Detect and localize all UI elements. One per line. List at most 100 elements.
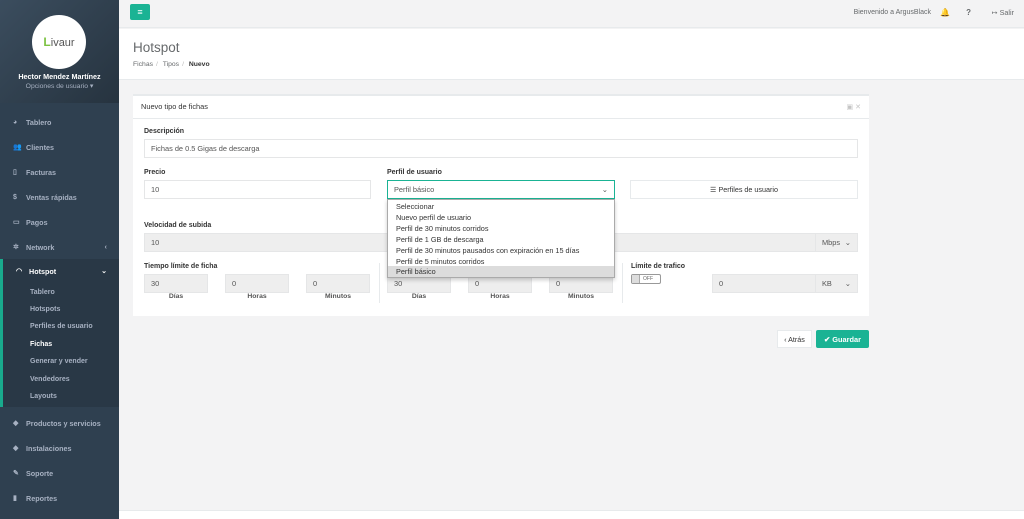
dias-label: Días	[168, 293, 184, 300]
toggle-label: OFF	[643, 276, 653, 282]
nav-tablero[interactable]: ◕ Tablero	[0, 110, 119, 134]
breadcrumb-tipos[interactable]: Tipos	[163, 61, 179, 68]
nav-label: Productos y servicios	[26, 418, 101, 428]
nav-label: Reportes	[26, 493, 58, 503]
user-options-dropdown[interactable]: Opciones de usuario ▾	[0, 82, 119, 90]
sub-item-tablero[interactable]: Tablero	[30, 289, 55, 296]
limite-input[interactable]: 0	[712, 274, 816, 293]
limite-unit-value: KB	[822, 279, 832, 288]
tiempo-label: Tiempo límite de ficha	[144, 263, 218, 270]
dropdown-option[interactable]: Nuevo perfil de usuario	[388, 212, 614, 223]
breadcrumb-fichas[interactable]: Fichas	[133, 61, 153, 68]
dropdown-option-selected[interactable]: Perfil básico	[388, 266, 614, 277]
limite-toggle[interactable]: OFF	[631, 274, 661, 284]
help-icon[interactable]: ?	[966, 8, 971, 17]
gavel-icon: ◆	[13, 445, 19, 452]
nav-clientes[interactable]: 👥 Clientes	[0, 135, 119, 159]
page-title: Hotspot	[133, 40, 180, 55]
divider	[379, 263, 380, 303]
network-icon: ✲	[13, 244, 19, 251]
sub-item-hotspots[interactable]: Hotspots	[30, 306, 60, 313]
divider	[622, 263, 623, 303]
tiempo-minutos-input[interactable]: 0	[306, 274, 370, 293]
nav-hotspot[interactable]: ◠ Hotspot ⌄	[0, 259, 119, 283]
chevron-down-icon: ⌄	[844, 238, 851, 247]
wrench-icon: ✎	[13, 470, 19, 477]
subida-label: Velocidad de subida	[144, 222, 212, 229]
minutos-label: Minutos	[324, 293, 352, 300]
subida-unit-value: Mbps	[822, 238, 841, 247]
money-icon: ▭	[13, 219, 20, 226]
horas-label: Horas	[247, 293, 267, 300]
nav-instalaciones[interactable]: ◆ Instalaciones	[0, 436, 119, 460]
tiempo-dias-input[interactable]: 30	[144, 274, 208, 293]
logo-text: Livaur	[43, 35, 75, 49]
sign-out-icon: ↦	[991, 8, 998, 17]
nav-label: Instalaciones	[26, 443, 72, 453]
limite-label: Límite de trafico	[631, 263, 686, 270]
bell-icon[interactable]: 🔔	[940, 8, 950, 17]
perfiles-usuario-label: Perfiles de usuario	[718, 185, 778, 194]
nav-reportes[interactable]: ▮ Reportes	[0, 486, 119, 510]
save-button[interactable]: ✔ Guardar	[816, 330, 869, 348]
tiempo-horas-input[interactable]: 0	[225, 274, 289, 293]
nav-productos[interactable]: ◆ Productos y servicios	[0, 411, 119, 435]
nav-network[interactable]: ✲ Network ‹	[0, 235, 119, 259]
menu-toggle-button[interactable]: ≡	[130, 4, 150, 20]
users-icon: 👥	[13, 144, 22, 151]
dropdown-option[interactable]: Perfil de 30 minutos pausados con expira…	[388, 245, 614, 256]
sidebar: Livaur Hector Mendez Martínez Opciones d…	[0, 0, 119, 519]
nav-pagos[interactable]: ▭ Pagos	[0, 210, 119, 234]
nav-label: Facturas	[26, 167, 56, 177]
nav-label: Ventas rápidas	[26, 192, 77, 202]
sub-item-generar[interactable]: Generar y vender	[30, 358, 88, 365]
save-icon[interactable]: ▣	[847, 104, 854, 111]
hamburger-icon: ≡	[137, 7, 143, 17]
nav-ventas-rapidas[interactable]: $ Ventas rápidas	[0, 185, 119, 209]
sub-item-layouts[interactable]: Layouts	[30, 393, 57, 400]
perfil-select-value: Perfil básico	[394, 185, 435, 194]
book-icon: ▮	[13, 495, 17, 502]
perfil-label: Perfil de usuario	[387, 169, 442, 176]
perfiles-usuario-button[interactable]: ☰ Perfiles de usuario	[630, 180, 858, 199]
logout-link[interactable]: ↦ Salir	[992, 8, 1014, 17]
wifi-icon: ◠	[16, 268, 23, 275]
panel-title: Nuevo tipo de fichas	[141, 102, 208, 111]
sub-item-fichas[interactable]: Fichas	[30, 341, 52, 348]
sub-item-perfiles[interactable]: Perfiles de usuario	[30, 323, 93, 330]
dropdown-option[interactable]: Perfil de 1 GB de descarga	[388, 234, 614, 245]
descripcion-input[interactable]: Fichas de 0.5 Gigas de descarga	[144, 139, 858, 158]
nav-label: Tablero	[26, 117, 52, 127]
sub-item-vendedores[interactable]: Vendedores	[30, 376, 70, 383]
dropdown-option[interactable]: Seleccionar	[388, 201, 614, 212]
perfil-select[interactable]: Perfil básico ⌄	[387, 180, 615, 199]
back-button[interactable]: ‹ Atrás	[777, 330, 812, 348]
list-icon: ☰	[710, 185, 717, 194]
dashboard-icon: ◕	[13, 118, 18, 126]
logout-label: Salir	[999, 8, 1014, 17]
nav-facturas[interactable]: ▯ Facturas	[0, 160, 119, 184]
panel-tools: ▣ ✕	[847, 103, 861, 111]
nav-soporte[interactable]: ✎ Soporte	[0, 461, 119, 485]
topbar: ≡ Bienvenido a ArgusBlack 🔔 ? ↦ Salir	[119, 0, 1024, 28]
subida-unit-select[interactable]: Mbps ⌄	[815, 233, 858, 252]
welcome-text: Bienvenido a ArgusBlack	[853, 9, 931, 16]
file-icon: ▯	[13, 169, 17, 176]
footer	[119, 510, 1024, 519]
precio-input[interactable]: 10	[144, 180, 371, 199]
chevron-down-icon: ⌄	[101, 268, 107, 275]
limite-unit-select[interactable]: KB ⌄	[815, 274, 858, 293]
tag-icon: ◆	[13, 420, 19, 427]
page-heading: Hotspot Fichas / Tipos / Nuevo	[119, 29, 1024, 80]
toggle-knob	[632, 275, 640, 283]
sidebar-header: Livaur Hector Mendez Martínez Opciones d…	[0, 0, 119, 103]
nav-label: Clientes	[26, 142, 54, 152]
precio-label: Precio	[144, 169, 166, 176]
close-icon[interactable]: ✕	[855, 104, 861, 111]
dollar-icon: $	[13, 193, 17, 201]
dias-label: Días	[411, 293, 427, 300]
breadcrumb: Fichas / Tipos / Nuevo	[133, 61, 210, 68]
logo: Livaur	[32, 15, 86, 69]
user-name: Hector Mendez Martínez	[18, 72, 101, 81]
dropdown-option[interactable]: Perfil de 30 minutos corridos	[388, 223, 614, 234]
